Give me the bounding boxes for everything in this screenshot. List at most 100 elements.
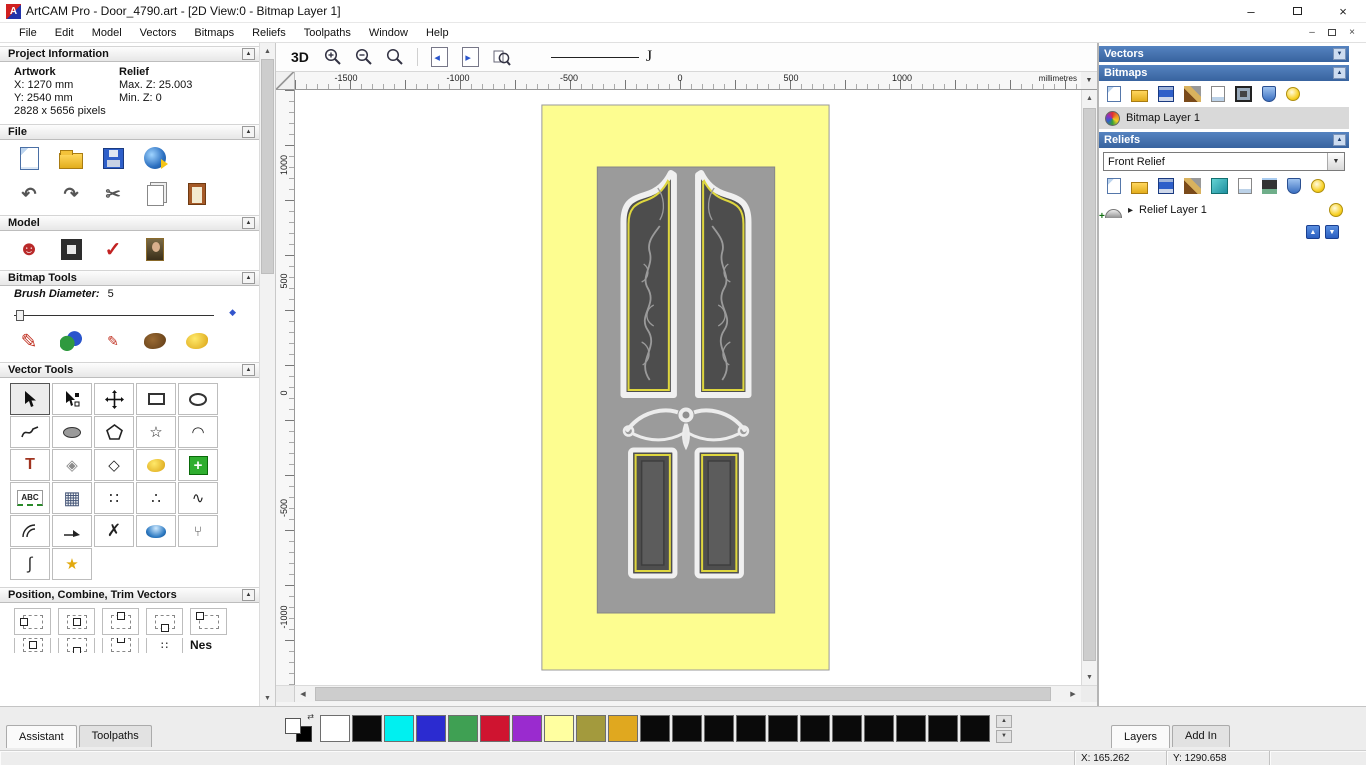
bitmap-tools-header[interactable]: Bitmap Tools ▲ — [0, 270, 259, 286]
align-left-button[interactable] — [14, 608, 51, 635]
arc-tool[interactable]: ◠ — [178, 416, 218, 448]
save-relief-layer-icon[interactable] — [1158, 178, 1174, 194]
bitmap-layer-row[interactable]: Bitmap Layer 1 — [1099, 107, 1349, 129]
collapse-section-icon[interactable]: ▲ — [242, 364, 255, 376]
undo-button[interactable]: ↶ — [16, 182, 42, 206]
collapse-section-icon[interactable]: ▲ — [242, 48, 255, 60]
tab-add-in[interactable]: Add In — [1172, 725, 1230, 747]
relief-dropdown-value[interactable]: Front Relief — [1104, 156, 1327, 168]
transform-tool[interactable] — [94, 383, 134, 415]
tab-toolpaths[interactable]: Toolpaths — [78, 725, 152, 747]
cut-button[interactable]: ✂ — [100, 182, 126, 206]
trim-vectors-button[interactable] — [102, 638, 139, 653]
delete-layer-icon[interactable] — [1262, 86, 1276, 102]
toggle-relief-visibility-icon[interactable] — [1311, 179, 1325, 193]
sculpt-layer-icon[interactable] — [1184, 178, 1201, 194]
palette-swatch-17[interactable] — [864, 715, 894, 742]
select-tool[interactable] — [10, 383, 50, 415]
collapse-section-icon[interactable]: ▲ — [242, 589, 255, 601]
filled-ellipse-tool[interactable] — [52, 416, 92, 448]
mdi-close-button[interactable]: × — [1344, 26, 1360, 40]
nesting-tool[interactable]: ∴ — [136, 482, 176, 514]
paint-layer-icon[interactable] — [1184, 86, 1201, 102]
align-bottom-button[interactable] — [146, 608, 183, 635]
file-section-header[interactable]: File ▲ — [0, 124, 259, 140]
palette-swatch-20[interactable] — [960, 715, 990, 742]
relief-layer-row[interactable]: ▸ Relief Layer 1 — [1099, 199, 1349, 222]
face-wizard-button[interactable]: ☻ — [16, 237, 42, 261]
vector-paint-tool[interactable] — [136, 449, 176, 481]
collapse-panel-icon[interactable]: ▲ — [1333, 67, 1346, 79]
polygon-tool[interactable] — [94, 416, 134, 448]
scroll-right-icon[interactable]: ▶ — [1065, 686, 1081, 702]
relief-from-image-button[interactable] — [58, 237, 84, 261]
flood-fill-button[interactable] — [142, 329, 168, 353]
relief-layer-name[interactable]: Relief Layer 1 — [1139, 204, 1207, 216]
palette-swatch-9[interactable] — [608, 715, 638, 742]
close-button[interactable]: × — [1320, 0, 1366, 23]
canvas-h-scrollbar[interactable]: ◀ ▶ — [295, 686, 1081, 702]
next-view-button[interactable] — [459, 46, 483, 68]
menu-window[interactable]: Window — [360, 25, 417, 41]
vector-tools-header[interactable]: Vector Tools ▲ — [0, 362, 259, 378]
restore-button[interactable] — [1274, 0, 1320, 23]
zoom-fit-button[interactable] — [383, 46, 407, 68]
paint-brush-button[interactable]: ✎ — [16, 329, 42, 353]
palette-swatch-10[interactable] — [640, 715, 670, 742]
brush-diameter-slider[interactable]: ◆ — [14, 307, 236, 321]
vectors-panel-header[interactable]: Vectors ▼ — [1099, 46, 1349, 62]
join-vectors-tool[interactable] — [52, 515, 92, 547]
palette-swatch-18[interactable] — [896, 715, 926, 742]
zoom-in-button[interactable] — [321, 46, 345, 68]
rectangle-tool[interactable] — [136, 383, 176, 415]
paste-grid-tool[interactable]: ▦ — [52, 482, 92, 514]
merge-layer-icon[interactable] — [1211, 86, 1225, 102]
polyline-tool[interactable] — [10, 416, 50, 448]
zoom-object-button[interactable] — [490, 46, 514, 68]
palette-swatch-3[interactable] — [416, 715, 446, 742]
scroll-track[interactable] — [260, 59, 275, 690]
model-section-header[interactable]: Model ▲ — [0, 215, 259, 231]
fillet-tool[interactable] — [10, 515, 50, 547]
collapse-section-icon[interactable]: ▲ — [242, 217, 255, 229]
paste-along-curve-tool[interactable]: + — [178, 449, 218, 481]
tab-assistant[interactable]: Assistant — [6, 725, 77, 748]
copy-button[interactable] — [142, 182, 168, 206]
bitmap-layer-name[interactable]: Bitmap Layer 1 — [1126, 112, 1200, 124]
palette-swatch-15[interactable] — [800, 715, 830, 742]
palette-swatch-7[interactable] — [544, 715, 574, 742]
palette-swatch-12[interactable] — [704, 715, 734, 742]
redo-button[interactable]: ↷ — [58, 182, 84, 206]
assistant-scrollbar[interactable]: ▲ ▼ — [259, 43, 275, 706]
load-image-button[interactable] — [142, 237, 168, 261]
offset-tool[interactable]: ◇ — [94, 449, 134, 481]
menu-edit[interactable]: Edit — [46, 25, 83, 41]
align-centre-button[interactable] — [58, 608, 95, 635]
palette-swatch-16[interactable] — [832, 715, 862, 742]
switch-3d-view-button[interactable]: 3D — [286, 47, 314, 67]
move-layer-down-button[interactable]: ▼ — [1325, 225, 1339, 239]
open-relief-layer-icon[interactable] — [1131, 181, 1148, 194]
paint-selective-button[interactable] — [58, 329, 84, 353]
save-bitmap-layer-icon[interactable] — [1158, 86, 1174, 102]
relief-calculator-icon[interactable] — [1262, 178, 1277, 194]
scroll-thumb[interactable] — [315, 687, 1051, 701]
palette-swatch-4[interactable] — [448, 715, 478, 742]
reliefs-panel-header[interactable]: Reliefs ▲ — [1099, 132, 1349, 148]
dropdown-arrow-icon[interactable]: ▼ — [1327, 153, 1344, 170]
block-copy-tool[interactable]: ∷ — [94, 482, 134, 514]
weld-vectors-button[interactable] — [58, 638, 95, 653]
scroll-left-icon[interactable]: ◀ — [295, 686, 311, 702]
palette-swatch-0[interactable] — [320, 715, 350, 742]
collapse-section-icon[interactable]: ▲ — [242, 126, 255, 138]
relief-select-dropdown[interactable]: Front Relief ▼ — [1103, 152, 1345, 171]
menu-reliefs[interactable]: Reliefs — [243, 25, 295, 41]
palette-swatch-8[interactable] — [576, 715, 606, 742]
star-tool[interactable]: ☆ — [136, 416, 176, 448]
palette-swatch-5[interactable] — [480, 715, 510, 742]
ruler-unit-dropdown[interactable]: ▼ — [1081, 72, 1097, 90]
export-model-button[interactable] — [142, 146, 168, 170]
ellipse-tool[interactable] — [178, 383, 218, 415]
scroll-track[interactable] — [311, 686, 1065, 702]
toggle-visibility-icon[interactable] — [1286, 87, 1300, 101]
